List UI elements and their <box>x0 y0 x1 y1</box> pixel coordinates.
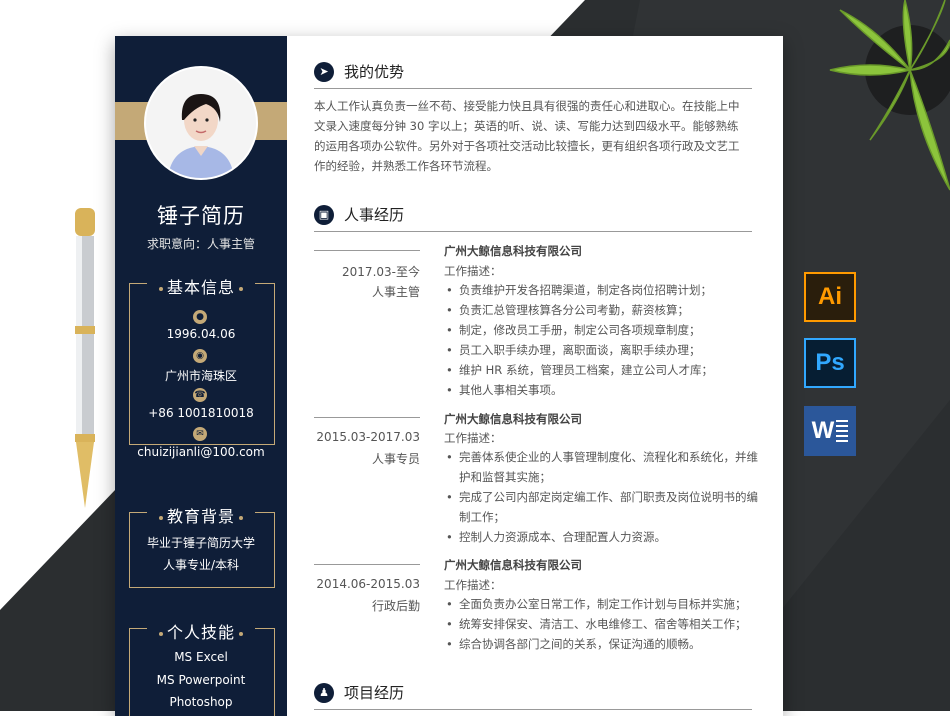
job-date: 2014.06-2015.03 <box>316 577 420 591</box>
list-item: 负责汇总管理核算各分公司考勤，薪资核算； <box>444 300 758 320</box>
list-item: 维护 HR 系统，管理员工档案，建立公司人才库； <box>444 360 758 380</box>
advantages-text: 本人工作认真负责一丝不苟、接受能力快且具有很强的责任心和进取心。在技能上中 文录… <box>314 99 740 173</box>
location-icon: ◉ <box>193 349 207 363</box>
job-desc-label: 工作描述： <box>444 264 502 278</box>
list-item: 统筹安排保安、清洁工、水电维修工、宿舍等相关工作； <box>444 614 758 634</box>
projects-title: 项目经历 <box>344 684 405 702</box>
education-title: 教育背景 <box>115 503 287 527</box>
education-school: 毕业于锤子简历大学 <box>146 536 255 550</box>
phone-icon: ☎ <box>193 388 207 402</box>
projects-header: ♟ 项目经历 <box>314 683 752 710</box>
list-item: 其他人事相关事项。 <box>444 380 758 400</box>
list-item: 全面负责办公室日常工作，制定工作计划与目标并实施； <box>444 594 758 614</box>
email-icon: ✉ <box>193 427 207 441</box>
advantages-title: 我的优势 <box>344 63 405 81</box>
job-intent: 求职意向：人事主管 <box>146 237 255 251</box>
basic-info-box <box>129 283 275 445</box>
illustrator-icon: Ai <box>804 272 856 322</box>
job-role: 行政后勤 <box>371 599 420 613</box>
basic-info-title: 基本信息 <box>115 274 287 298</box>
briefcase-icon: ▣ <box>314 205 334 225</box>
skill-item: Photoshop <box>169 695 233 709</box>
user-icon: ● <box>193 310 207 324</box>
skill-item: MS Excel <box>174 650 228 664</box>
resume-sheet: 锤子简历 求职意向：人事主管 基本信息 ● 1996.04.06 ◉ 广州市海珠… <box>115 36 783 716</box>
experience-header: ▣ 人事经历 <box>314 205 752 232</box>
job-bullets: 负责维护开发各招聘渠道，制定各岗位招聘计划； 负责汇总管理核算各分公司考勤，薪资… <box>444 280 758 400</box>
person-icon: ♟ <box>314 683 334 703</box>
plant-decoration <box>829 0 950 191</box>
skill-item: MS Powerpoint <box>156 673 246 687</box>
resume-name: 锤子简历 <box>157 204 245 228</box>
job-company: 广州大鲸信息科技有限公司 <box>444 558 582 572</box>
experience-title: 人事经历 <box>344 206 405 224</box>
list-item: 完成了公司内部定岗定编工作、部门职责及岗位说明书的编制工作； <box>444 487 758 527</box>
job-divider <box>314 417 420 418</box>
list-item: 制定，修改员工手册，制定公司各项规章制度； <box>444 320 758 340</box>
list-item: 员工入职手续办理，离职面谈，离职手续办理； <box>444 340 758 360</box>
location-text: 广州市海珠区 <box>164 369 237 383</box>
job-desc-label: 工作描述： <box>444 578 502 592</box>
avatar <box>144 66 258 180</box>
job-company: 广州大鲸信息科技有限公司 <box>444 412 582 426</box>
job-company: 广州大鲸信息科技有限公司 <box>444 244 582 258</box>
list-item: 完善体系使企业的人事管理制度化、流程化和系统化，并维护和监督其实施； <box>444 447 758 487</box>
list-item: 控制人力资源成本、合理配置人力资源。 <box>444 527 758 547</box>
resume-main: ➤ 我的优势 本人工作认真负责一丝不苟、接受能力快且具有很强的责任心和进取心。在… <box>287 36 783 716</box>
job-date: 2015.03-2017.03 <box>316 430 420 444</box>
education-major: 人事专业/本科 <box>162 558 240 572</box>
birthday-text: 1996.04.06 <box>166 327 236 341</box>
skills-title: 个人技能 <box>115 619 287 643</box>
advantages-header: ➤ 我的优势 <box>314 62 752 89</box>
job-divider <box>314 564 420 565</box>
job-divider <box>314 250 420 251</box>
list-item: 综合协调各部门之间的关系，保证沟通的顺畅。 <box>444 634 758 654</box>
pen-decoration <box>75 208 95 508</box>
job-date: 2017.03-至今 <box>342 265 420 279</box>
job-role: 人事专员 <box>371 452 420 466</box>
phone-text: +86 1001810018 <box>148 406 254 420</box>
job-bullets: 完善体系使企业的人事管理制度化、流程化和系统化，并维护和监督其实施； 完成了公司… <box>444 447 758 547</box>
photoshop-icon: Ps <box>804 338 856 388</box>
rocket-icon: ➤ <box>314 62 334 82</box>
email-text: chuizijianli@100.com <box>137 445 265 459</box>
job-desc-label: 工作描述： <box>444 431 502 445</box>
list-item: 负责维护开发各招聘渠道，制定各岗位招聘计划； <box>444 280 758 300</box>
word-icon: W <box>804 406 856 456</box>
job-bullets: 全面负责办公室日常工作，制定工作计划与目标并实施； 统筹安排保安、清洁工、水电维… <box>444 594 758 654</box>
job-role: 人事主管 <box>371 285 420 299</box>
resume-sidebar: 锤子简历 求职意向：人事主管 基本信息 ● 1996.04.06 ◉ 广州市海珠… <box>115 36 287 716</box>
